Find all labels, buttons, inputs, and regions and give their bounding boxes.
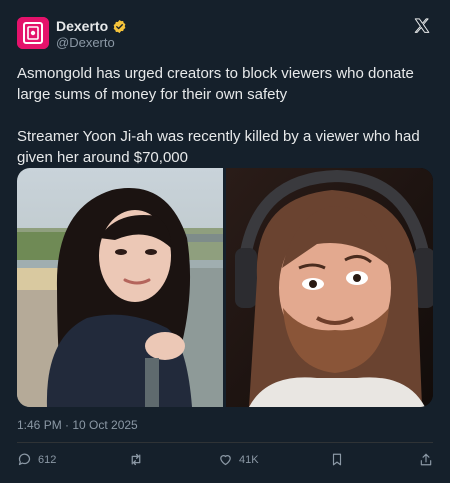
action-bar: 612 41K xyxy=(0,448,450,474)
bookmark-icon xyxy=(332,453,342,466)
bookmark-button[interactable] xyxy=(330,452,344,467)
tweet-photo-collage xyxy=(17,168,433,407)
right-photo xyxy=(226,168,433,407)
like-icon xyxy=(220,455,231,466)
reply-icon xyxy=(18,453,31,466)
x-logo-icon[interactable] xyxy=(413,17,431,35)
share-button[interactable] xyxy=(419,452,433,467)
reply-button[interactable]: 612 xyxy=(17,452,56,467)
left-photo xyxy=(17,168,223,407)
dexerto-logo-icon xyxy=(17,17,49,49)
tweet-text-paragraph-2: Streamer Yoon Ji-ah was recently killed … xyxy=(17,128,420,166)
tweet-text-paragraph-1: Asmongold has urged creators to block vi… xyxy=(17,65,414,103)
author-handle[interactable]: @Dexerto xyxy=(56,35,115,50)
tweet-card: Dexerto @Dexerto Asmongold has urged cre… xyxy=(0,0,450,483)
reply-count: 612 xyxy=(38,453,57,466)
author-avatar[interactable] xyxy=(17,17,49,49)
divider xyxy=(17,442,433,443)
tweet-media[interactable] xyxy=(17,168,433,407)
like-button[interactable]: 41K xyxy=(218,452,259,467)
author-name[interactable]: Dexerto xyxy=(56,18,108,34)
retweet-button[interactable] xyxy=(128,452,144,467)
author-name-row[interactable]: Dexerto xyxy=(56,18,127,34)
retweet-icon xyxy=(131,453,141,466)
like-count: 41K xyxy=(239,453,259,466)
tweet-timestamp[interactable]: 1:46 PM · 10 Oct 2025 xyxy=(17,418,138,432)
verified-badge-icon xyxy=(113,19,126,33)
share-icon xyxy=(420,453,432,466)
